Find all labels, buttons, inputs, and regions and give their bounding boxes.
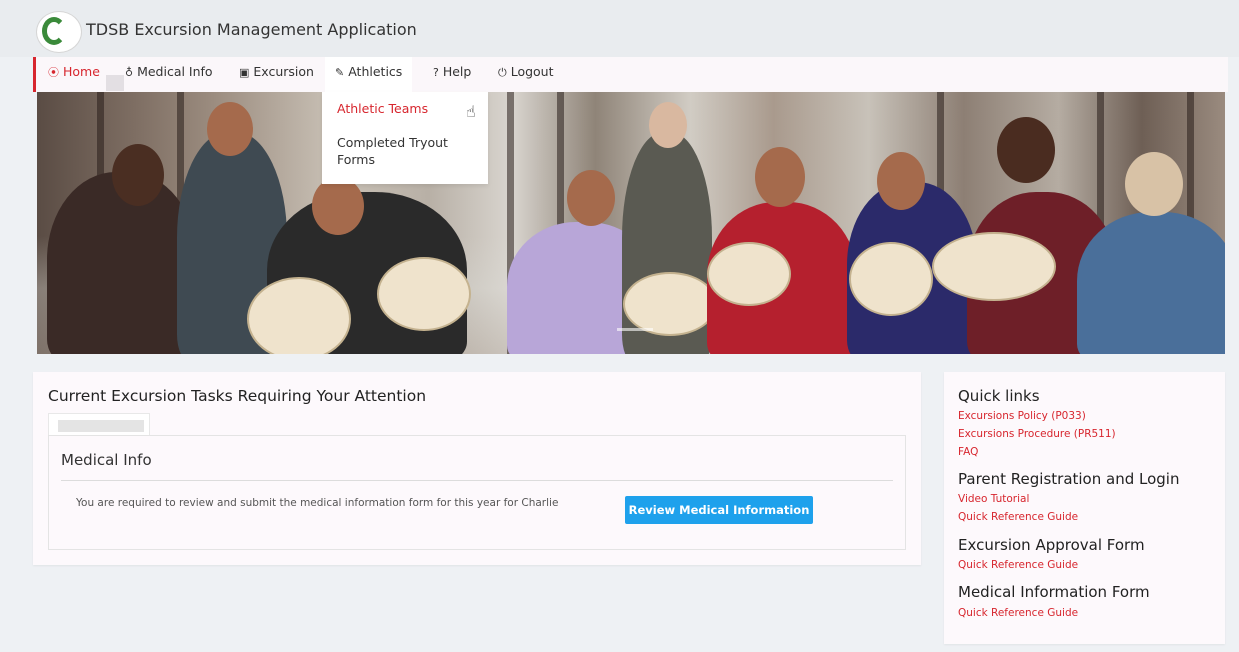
nav-logout[interactable]: ⏻ Logout	[498, 57, 554, 92]
medical-info-title: Medical Info	[61, 451, 152, 469]
menu-item-athletic-teams[interactable]: Athletic Teams	[337, 100, 428, 117]
medical-info-message: You are required to review and submit th…	[76, 497, 559, 509]
hand-cursor-icon: ☝	[466, 102, 476, 121]
stethoscope-icon: ♁	[125, 66, 134, 79]
link-excursions-procedure[interactable]: Excursions Procedure (PR511)	[958, 428, 1116, 440]
main-nav: ⦿ Home ♁ Medical Info ▣ Excursion ✎ Athletic…	[33, 57, 1228, 92]
link-video-tutorial[interactable]: Video Tutorial	[958, 493, 1029, 505]
nav-help-label: Help	[442, 64, 472, 79]
nav-athletics[interactable]: ✎ Athletics	[325, 57, 413, 92]
review-medical-information-button[interactable]: Review Medical Information	[625, 496, 813, 524]
nav-home-label: Home	[63, 64, 100, 79]
tasks-tab-placeholder	[58, 420, 144, 432]
nav-logout-label: Logout	[510, 64, 554, 79]
link-approval-quick-reference[interactable]: Quick Reference Guide	[958, 559, 1078, 571]
link-excursions-policy[interactable]: Excursions Policy (P033)	[958, 410, 1086, 422]
menu-item-completed-tryout-forms[interactable]: Completed Tryout Forms	[337, 134, 448, 168]
menu-item-completed-tryout-line2: Forms	[337, 152, 376, 167]
link-faq[interactable]: FAQ	[958, 446, 978, 458]
athletics-dropdown-menu: Athletic Teams Completed Tryout Forms	[322, 92, 488, 184]
nav-excursion[interactable]: ▣ Excursion	[239, 57, 314, 92]
nav-home[interactable]: ⦿ Home	[48, 57, 100, 92]
link-parent-quick-reference[interactable]: Quick Reference Guide	[958, 511, 1078, 523]
nav-medical-info-label: Medical Info	[137, 64, 213, 79]
logo-ring-icon	[42, 17, 66, 45]
quick-links-title: Quick links	[958, 387, 1040, 405]
menu-item-completed-tryout-line1: Completed Tryout	[337, 135, 448, 150]
divider	[61, 480, 893, 481]
power-icon: ⏻	[498, 66, 507, 79]
header-bar: TDSB Excursion Management Application	[0, 0, 1239, 57]
link-medical-quick-reference[interactable]: Quick Reference Guide	[958, 607, 1078, 619]
medical-info-panel: Medical Info You are required to review …	[48, 435, 906, 550]
nav-excursion-label: Excursion	[253, 64, 314, 79]
tdsb-logo[interactable]	[36, 11, 82, 53]
tasks-tab[interactable]	[48, 413, 150, 437]
hero-banner-image	[37, 92, 1225, 354]
parent-registration-title: Parent Registration and Login	[958, 470, 1180, 488]
tasks-card-title: Current Excursion Tasks Requiring Your A…	[48, 387, 427, 405]
nav-athletics-label: Athletics	[348, 64, 403, 79]
nav-placeholder	[106, 75, 124, 91]
home-icon: ⦿	[48, 66, 59, 79]
bus-icon: ▣	[239, 66, 250, 79]
quick-links-card: Quick links Excursions Policy (P033) Exc…	[944, 372, 1225, 644]
tasks-card: Current Excursion Tasks Requiring Your A…	[33, 372, 921, 565]
carousel-indicator[interactable]	[617, 328, 653, 331]
help-icon: ?	[433, 66, 439, 79]
nav-help[interactable]: ? Help	[433, 57, 471, 92]
medical-form-title: Medical Information Form	[958, 583, 1150, 601]
excursion-approval-title: Excursion Approval Form	[958, 536, 1145, 554]
app-title: TDSB Excursion Management Application	[86, 20, 417, 39]
pencil-icon: ✎	[335, 66, 345, 79]
nav-medical-info[interactable]: ♁ Medical Info	[125, 57, 213, 92]
